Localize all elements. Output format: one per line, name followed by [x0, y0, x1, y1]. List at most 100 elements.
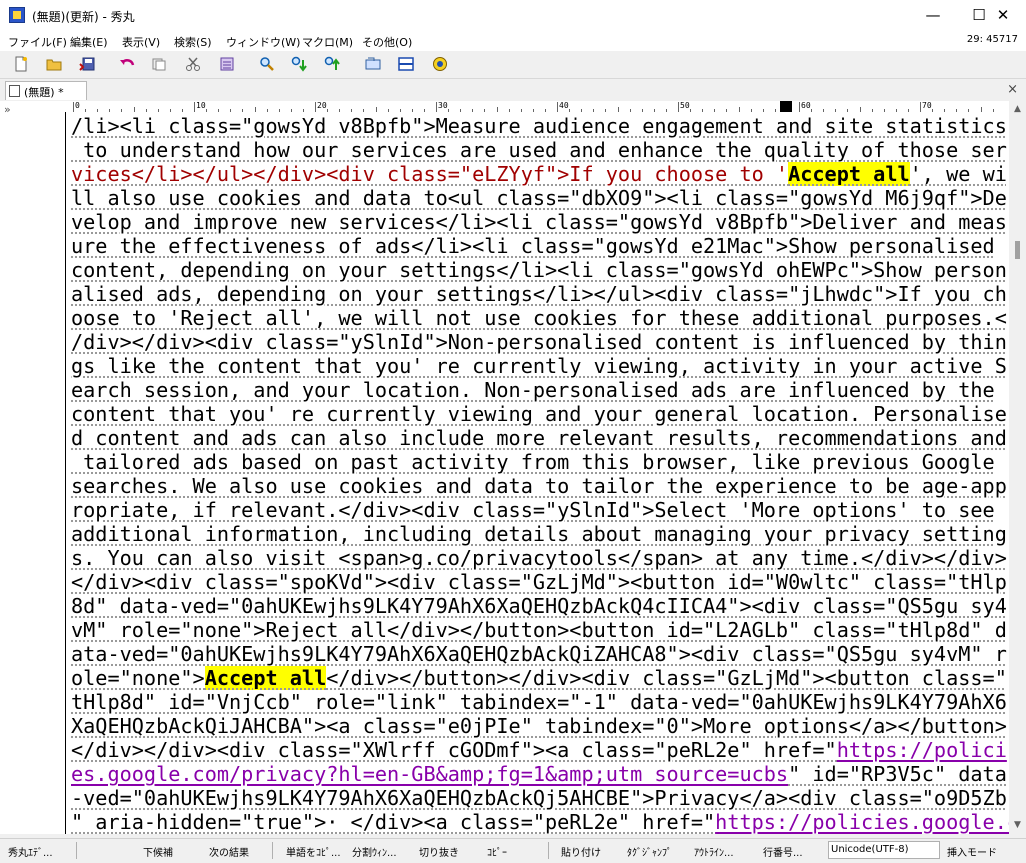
editor-line: ure the effectiveness of ads</li><li cla…: [71, 234, 995, 258]
status-paste[interactable]: 貼り付け: [561, 844, 601, 859]
tab-bar: (無題) *: [0, 79, 1026, 101]
menu-view[interactable]: 表示(V): [122, 34, 160, 50]
status-tag-jump[interactable]: ﾀｸﾞｼﾞｬﾝﾌﾟ: [627, 844, 672, 859]
paste-icon[interactable]: [218, 56, 236, 72]
editor-line: to understand how our services are used …: [71, 138, 1007, 162]
scroll-up-icon[interactable]: ▲: [1009, 101, 1026, 118]
editor-line: es.google.com/privacy?hl=en-GB&amp;fg=1&…: [71, 762, 1007, 786]
tab-close-icon[interactable]: ×: [1007, 82, 1018, 97]
grep-icon[interactable]: [364, 56, 382, 72]
ruler-tick: [436, 102, 437, 112]
menu-window[interactable]: ウィンドウ(W): [226, 34, 300, 50]
editor-line: velop and improve new services</li><li c…: [71, 210, 1007, 234]
editor-line: /div></div><div class="ySlnId">Non-perso…: [71, 330, 1007, 354]
scroll-thumb[interactable]: [1015, 241, 1020, 259]
editor-line: </div></div><div class="XWlrff cGODmf"><…: [71, 738, 1007, 762]
tab-untitled[interactable]: (無題) *: [5, 81, 87, 100]
close-button[interactable]: ✕: [980, 0, 1026, 30]
margin-line: [65, 112, 66, 834]
ruler-label: 60: [801, 101, 811, 110]
encoding-indicator[interactable]: Unicode(UTF-8): [828, 841, 940, 859]
editor-line: tHlp8d" id="VnjCcb" role="link" tabindex…: [71, 690, 1007, 714]
open-folder-icon[interactable]: [45, 56, 63, 72]
hidemaru-app-icon[interactable]: [9, 7, 25, 23]
ruler-cursor-marker: [780, 101, 792, 112]
text-editor[interactable]: /li><li class="gowsYd v8Bpfb">Measure au…: [65, 112, 1009, 834]
menu-macro[interactable]: マクロ(M): [302, 34, 353, 50]
code-text: " aria-hidden="true">· </div><a class="p…: [71, 810, 715, 834]
url-link[interactable]: https://polici: [837, 738, 1007, 762]
editor-line: 8d" data-ved="0ahUKEwjhs9LK4Y79AhX6XaQEH…: [71, 594, 1007, 618]
status-bar: 秀丸ｴﾃﾞ... 下候補 次の結果 単語をｺﾋﾟ... 分割ｳｨﾝ... 切り抜…: [0, 838, 1026, 863]
find-icon[interactable]: [258, 56, 276, 72]
ruler-tick: [799, 102, 800, 112]
status-outline[interactable]: ｱｳﾄﾗｲﾝ...: [694, 844, 734, 859]
editor-line: alised ads, depending on your settings</…: [71, 282, 1007, 306]
status-next-result[interactable]: 次の結果: [209, 844, 249, 859]
menu-other[interactable]: その他(O): [362, 34, 412, 50]
status-editor-name[interactable]: 秀丸ｴﾃﾞ...: [8, 844, 53, 859]
copy-icon[interactable]: [150, 56, 168, 72]
ruler-label: 50: [680, 101, 690, 110]
find-down-icon[interactable]: [290, 56, 308, 72]
search-highlight: Accept all: [205, 666, 327, 690]
editor-line: " aria-hidden="true">· </div><a class="p…: [71, 810, 1009, 834]
code-text: " id="RP3V5c" data: [788, 762, 1007, 786]
split-window-icon[interactable]: [397, 56, 415, 72]
hidemaru-assist-icon[interactable]: [431, 56, 449, 72]
editor-line: additional information, including detail…: [71, 522, 1007, 546]
scroll-down-icon[interactable]: ▼: [1009, 817, 1026, 834]
save-icon[interactable]: [78, 56, 96, 72]
new-file-icon[interactable]: [12, 56, 30, 72]
editor-line: vM" role="none">Reject all</div></button…: [71, 618, 1007, 642]
menu-bar: ファイル(F) 編集(E) 表示(V) 検索(S) ウィンドウ(W) マクロ(M…: [0, 30, 1026, 51]
code-text: ole="none">: [71, 666, 205, 690]
search-highlight: Accept all: [788, 162, 910, 186]
editor-line: ole="none">Accept all</div></button></di…: [71, 666, 1007, 690]
ruler-tick: [678, 102, 679, 112]
status-separator: [76, 842, 77, 859]
ruler-tick: [557, 102, 558, 112]
cursor-position: 29: 45717: [967, 34, 1018, 45]
ruler-label: 40: [559, 101, 569, 110]
status-copy[interactable]: ｺﾋﾟｰ: [487, 844, 507, 859]
menu-search[interactable]: 検索(S): [174, 34, 212, 50]
status-separator: [272, 842, 273, 859]
editor-line: gs like the content that you' re current…: [71, 354, 1007, 378]
status-insert-mode[interactable]: 挿入モード: [947, 844, 997, 859]
status-split-window[interactable]: 分割ｳｨﾝ...: [352, 844, 397, 859]
menu-file[interactable]: ファイル(F): [8, 34, 67, 50]
undo-icon[interactable]: [118, 56, 136, 72]
fold-chevron-icon[interactable]: »: [4, 103, 11, 116]
ruler-label: 20: [317, 101, 327, 110]
editor-line: searches. We also use cookies and data t…: [71, 474, 1007, 498]
ruler-tick: [920, 102, 921, 112]
cut-icon[interactable]: [184, 56, 202, 72]
ruler-label: 10: [196, 101, 206, 110]
status-copy-word[interactable]: 単語をｺﾋﾟ...: [286, 844, 341, 859]
editor-line: tailored ads based on past activity from…: [71, 450, 995, 474]
code-text: </div></div><div class="XWlrff cGODmf"><…: [71, 738, 837, 762]
editor-line: oose to 'Reject all', we will not use co…: [71, 306, 1007, 330]
status-separator: [548, 842, 549, 859]
vertical-scrollbar[interactable]: ▲ ▼: [1009, 101, 1026, 834]
editor-line: ll also use cookies and data to<ul class…: [71, 186, 1007, 210]
editor-line: XaQEHQzbAckQiJAHCBA"><a class="e0jPIe" t…: [71, 714, 1007, 738]
minimize-button[interactable]: —: [910, 0, 956, 30]
editor-line: d content and ads can also include more …: [71, 426, 1007, 450]
editor-line: -ved="0ahUKEwjhs9LK4Y79AhX6XaQEHQzbAckQj…: [71, 786, 1007, 810]
status-line-number[interactable]: 行番号...: [763, 844, 803, 859]
status-next-candidate[interactable]: 下候補: [143, 844, 173, 859]
editor-line: </div><div class="spoKVd"><div class="Gz…: [71, 570, 1007, 594]
code-string: vices</li></ul></div><div class="eLZYyf"…: [71, 162, 788, 186]
ruler-label: 70: [922, 101, 932, 110]
status-cut[interactable]: 切り抜き: [419, 844, 459, 859]
editor-line: /li><li class="gowsYd v8Bpfb">Measure au…: [71, 114, 1007, 138]
window-title: (無題)(更新) - 秀丸: [32, 8, 135, 25]
url-link[interactable]: https://policies.google.c: [715, 810, 1009, 834]
menu-edit[interactable]: 編集(E): [70, 34, 108, 50]
editor-line: ropriate, if relevant.</div><div class="…: [71, 498, 995, 522]
find-up-icon[interactable]: [323, 56, 341, 72]
line-gutter: »: [0, 101, 65, 834]
url-link[interactable]: es.google.com/privacy?hl=en-GB&amp;fg=1&…: [71, 762, 788, 786]
